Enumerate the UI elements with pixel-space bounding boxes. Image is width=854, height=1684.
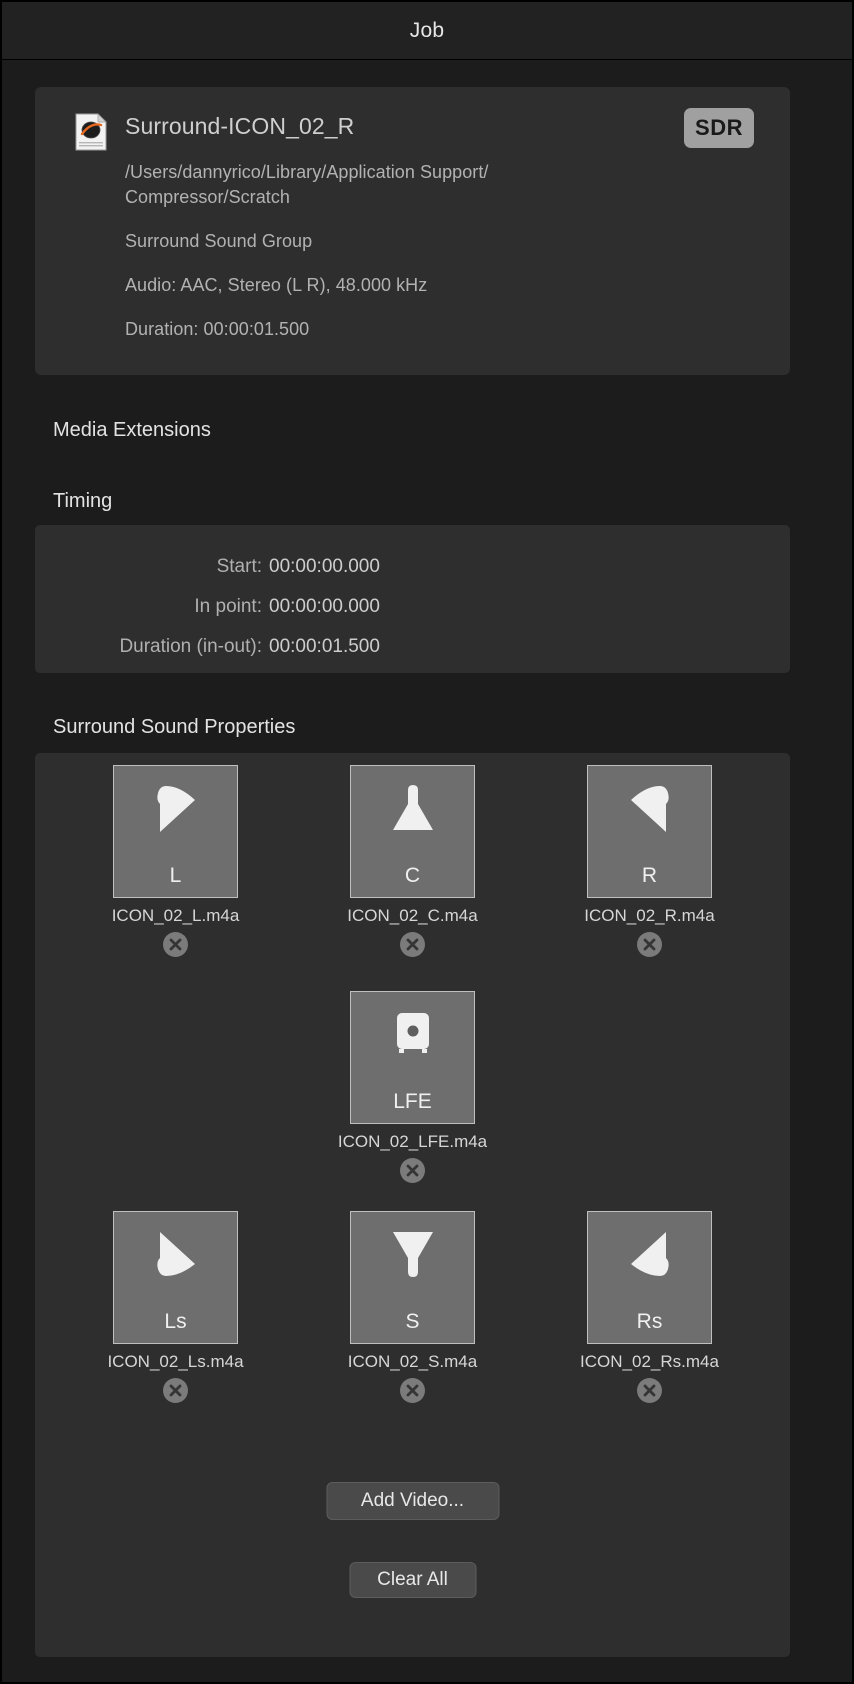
speaker-code: Rs (637, 1310, 663, 1333)
speaker-slot-lfe: LFE ICON_02_LFE.m4a (294, 991, 531, 1183)
timing-panel: Start: 00:00:00.000 In point: 00:00:00.0… (35, 525, 790, 673)
remove-channel-icon[interactable] (163, 932, 188, 957)
speaker-tile-c[interactable]: C (350, 765, 475, 898)
timing-label: Duration (in-out): (35, 636, 269, 658)
speaker-left-surround-icon (140, 1226, 212, 1288)
speaker-filename: ICON_02_Ls.m4a (107, 1352, 243, 1372)
section-heading-timing: Timing (53, 490, 112, 513)
section-heading-media-extensions: Media Extensions (53, 419, 211, 442)
speaker-code: S (405, 1310, 419, 1333)
timing-value: 00:00:01.500 (269, 636, 380, 658)
remove-channel-icon[interactable] (637, 1378, 662, 1403)
speaker-filename: ICON_02_R.m4a (584, 906, 714, 926)
subwoofer-icon (377, 1006, 449, 1068)
speaker-row-front: L ICON_02_L.m4a (35, 765, 790, 957)
file-path-line-1: /Users/dannyrico/Library/Application Sup… (125, 160, 725, 185)
status-badge-sdr: SDR (684, 108, 754, 148)
remove-channel-icon[interactable] (400, 1158, 425, 1183)
speaker-filename: ICON_02_LFE.m4a (338, 1132, 487, 1152)
timing-label: Start: (35, 556, 269, 578)
speaker-filename: ICON_02_C.m4a (347, 906, 477, 926)
speaker-slot-c: C ICON_02_C.m4a (294, 765, 531, 957)
surround-sound-properties-panel: L ICON_02_L.m4a (35, 753, 790, 1657)
speaker-right-surround-icon (614, 1226, 686, 1288)
speaker-tile-r[interactable]: R (587, 765, 712, 898)
speaker-row-lfe: LFE ICON_02_LFE.m4a (35, 991, 790, 1183)
inspector-content: SDR Surround-ICON_02_R /Users/dannyrico/… (2, 61, 852, 1682)
speaker-slot-r: R ICON_02_R.m4a (531, 765, 768, 957)
clear-all-button[interactable]: Clear All (349, 1562, 476, 1598)
speaker-code: C (405, 864, 420, 887)
speaker-code: LFE (393, 1090, 432, 1113)
remove-channel-icon[interactable] (400, 932, 425, 957)
speaker-slot-rs: Rs ICON_02_Rs.m4a (531, 1211, 768, 1403)
timing-value: 00:00:00.000 (269, 556, 380, 578)
speaker-filename: ICON_02_S.m4a (348, 1352, 477, 1372)
speaker-slot-ls: Ls ICON_02_Ls.m4a (57, 1211, 294, 1403)
page-title: Surround-ICON_02_R (125, 113, 354, 140)
speaker-code: R (642, 864, 657, 887)
speaker-tile-s[interactable]: S (350, 1211, 475, 1344)
file-path-line-2: Compressor/Scratch (125, 185, 725, 210)
timing-label: In point: (35, 596, 269, 618)
job-info-lines: /Users/dannyrico/Library/Application Sup… (125, 160, 725, 342)
speaker-filename: ICON_02_Rs.m4a (580, 1352, 719, 1372)
speaker-slot-l: L ICON_02_L.m4a (57, 765, 294, 957)
speaker-slot-s: S ICON_02_S.m4a (294, 1211, 531, 1403)
speaker-right-icon (614, 780, 686, 842)
remove-channel-icon[interactable] (637, 932, 662, 957)
timing-row: Start: 00:00:00.000 (35, 556, 790, 578)
section-heading-surround-sound-properties: Surround Sound Properties (53, 716, 295, 739)
speaker-tile-l[interactable]: L (113, 765, 238, 898)
compressor-media-file-icon (75, 113, 107, 151)
timing-row: In point: 00:00:00.000 (35, 596, 790, 618)
window-title: Job (410, 19, 444, 43)
remove-channel-icon[interactable] (163, 1378, 188, 1403)
audio-summary: Audio: AAC, Stereo (L R), 48.000 kHz (125, 273, 725, 298)
timing-row: Duration (in-out): 00:00:01.500 (35, 636, 790, 658)
speaker-left-icon (140, 780, 212, 842)
speaker-tile-lfe[interactable]: LFE (350, 991, 475, 1124)
speaker-center-icon (377, 780, 449, 842)
job-info-card: SDR Surround-ICON_02_R /Users/dannyrico/… (35, 87, 790, 375)
speaker-filename: ICON_02_L.m4a (112, 906, 240, 926)
group-name: Surround Sound Group (125, 229, 725, 254)
speaker-code: L (170, 864, 182, 887)
remove-channel-icon[interactable] (400, 1378, 425, 1403)
speaker-surround-icon (377, 1226, 449, 1288)
timing-value: 00:00:00.000 (269, 596, 380, 618)
duration-summary: Duration: 00:00:01.500 (125, 317, 725, 342)
job-inspector-window: Job SDR Surround-ICON_02_R /Users/dannyr… (0, 0, 854, 1684)
speaker-row-surround: Ls ICON_02_Ls.m4a (35, 1211, 790, 1403)
titlebar: Job (2, 2, 852, 60)
add-video-button[interactable]: Add Video... (326, 1482, 499, 1520)
speaker-code: Ls (164, 1310, 186, 1333)
speaker-tile-rs[interactable]: Rs (587, 1211, 712, 1344)
speaker-tile-ls[interactable]: Ls (113, 1211, 238, 1344)
